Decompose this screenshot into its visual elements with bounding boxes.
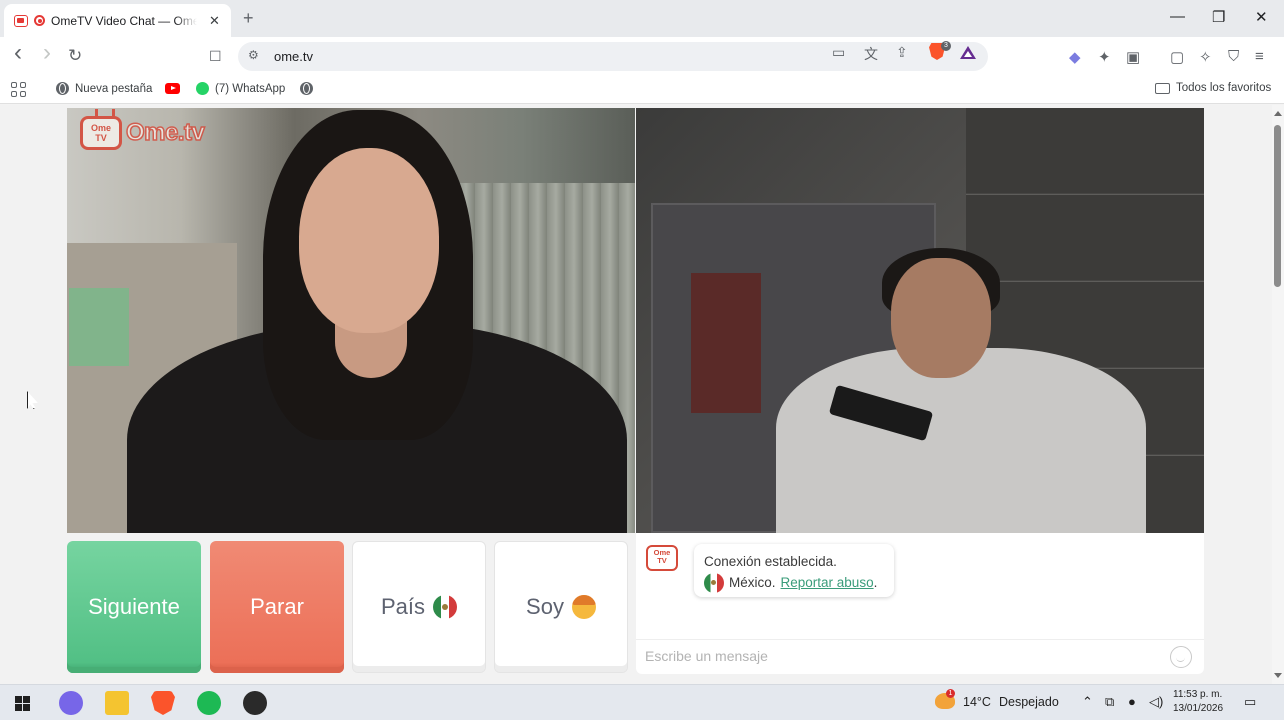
site-settings-icon[interactable]: ⚙ xyxy=(248,48,259,62)
shields-count-badge: 3 xyxy=(941,41,951,51)
bookmark-label: (7) WhatsApp xyxy=(215,82,286,95)
weather-temp[interactable]: 14°C xyxy=(963,695,991,709)
windows-taskbar: 1 14°C Despejado ⌃ ⧉ ● ◁) 11:53 p. m. 13… xyxy=(0,684,1284,720)
notifications-icon[interactable]: ▭ xyxy=(1244,694,1256,710)
restore-button[interactable]: ❐ xyxy=(1212,8,1225,26)
gender-button[interactable]: Soy xyxy=(494,541,628,673)
globe-icon xyxy=(300,82,313,95)
discord-icon[interactable] xyxy=(59,691,83,715)
microphone-icon[interactable]: ● xyxy=(1128,694,1136,709)
translate-icon[interactable]: 文 xyxy=(864,44,878,64)
new-tab-button[interactable]: + xyxy=(243,8,254,29)
close-window-button[interactable]: ✕ xyxy=(1255,8,1268,26)
partner-country: México. xyxy=(729,575,776,590)
country-label: País xyxy=(380,594,426,619)
next-button[interactable]: Siguiente xyxy=(67,541,201,673)
bookmark-whatsapp[interactable]: (7) WhatsApp xyxy=(196,82,285,95)
file-explorer-icon[interactable] xyxy=(105,691,129,715)
message-input-area xyxy=(636,639,1204,674)
share-icon[interactable]: ⇪ xyxy=(896,44,908,61)
minimize-button[interactable]: — xyxy=(1170,8,1185,25)
leo-ai-icon[interactable]: ◆ xyxy=(1069,48,1081,66)
vpn-icon[interactable]: ⛉ xyxy=(1228,48,1239,65)
volume-icon[interactable]: ◁) xyxy=(1149,694,1163,710)
local-video xyxy=(636,108,1204,533)
message-input[interactable] xyxy=(645,648,1155,664)
ometv-wordmark: Ome.tv xyxy=(125,118,205,147)
ometv-tv-icon: Ome TV xyxy=(80,116,122,150)
menu-icon[interactable]: ≡ xyxy=(1255,48,1264,65)
brave-rewards-icon[interactable] xyxy=(960,46,976,59)
forward-button[interactable]: › xyxy=(43,39,51,67)
mexico-flag-icon xyxy=(433,595,458,619)
reload-button[interactable]: ↻ xyxy=(68,46,82,66)
leo-sparkle-icon[interactable]: ✧ xyxy=(1199,48,1212,66)
back-button[interactable]: ‹ xyxy=(14,39,22,67)
cast-icon[interactable]: ▭ xyxy=(832,44,845,61)
boy-emoji-icon xyxy=(571,595,596,619)
system-message-bubble: Conexión establecida. México. Reportar a… xyxy=(694,544,894,597)
bookmark-youtube[interactable] xyxy=(165,83,180,94)
tab-strip: OmeTV Video Chat — Omegle ✕ + — ❐ ✕ xyxy=(0,0,1284,37)
sidebar-icon[interactable]: ▣ xyxy=(1126,48,1140,66)
page-scrollbar[interactable] xyxy=(1272,105,1284,684)
bookmark-label: Nueva pestaña xyxy=(75,82,153,95)
stop-button[interactable]: Parar xyxy=(210,541,344,673)
network-icon[interactable]: ⧉ xyxy=(1105,694,1114,710)
tab-title: OmeTV Video Chat — Omegle xyxy=(51,13,197,28)
tab-close-icon[interactable]: ✕ xyxy=(209,13,220,29)
ometv-page: Ome TV Ome.tv Siguiente Parar País Soy O… xyxy=(0,105,1272,684)
mexico-flag-icon xyxy=(704,572,724,593)
country-button[interactable]: País xyxy=(352,541,486,673)
scroll-thumb[interactable] xyxy=(1274,125,1281,287)
extensions-icon[interactable]: ✦ xyxy=(1098,48,1111,66)
gender-label: Soy xyxy=(526,594,564,619)
ometv-favicon-icon xyxy=(14,14,28,27)
recording-indicator-icon xyxy=(34,15,45,26)
windows-start-icon[interactable] xyxy=(15,696,30,711)
report-abuse-link[interactable]: Reportar abuso xyxy=(781,575,874,590)
chat-panel: Ome TV Conexión establecida. México. Rep… xyxy=(636,533,1204,674)
scroll-up-icon[interactable] xyxy=(1274,111,1282,116)
all-bookmarks-label: Todos los favoritos xyxy=(1176,82,1272,94)
address-url[interactable]: ome.tv xyxy=(274,49,313,64)
spotify-icon[interactable] xyxy=(197,691,221,715)
ometv-chat-icon: Ome TV xyxy=(646,545,678,571)
browser-toolbar: ‹ › ↻ ☐ ⚙ ome.tv ▭ 文 ⇪ 3 ◆ ✦ ▣ ▢ ✧ ⛉ ≡ xyxy=(0,37,1284,75)
all-bookmarks-folder[interactable]: Todos los favoritos xyxy=(1155,82,1271,94)
scroll-down-icon[interactable] xyxy=(1274,673,1282,678)
app-taskbar-icon[interactable] xyxy=(243,691,267,715)
brave-taskbar-icon[interactable] xyxy=(151,691,175,715)
tray-overflow-icon[interactable]: ⌃ xyxy=(1082,694,1093,710)
globe-icon xyxy=(56,82,69,95)
emoji-icon[interactable] xyxy=(1170,646,1192,668)
weather-alert-badge: 1 xyxy=(946,689,955,698)
bookmark-globe[interactable] xyxy=(300,82,313,95)
youtube-icon xyxy=(165,83,180,94)
wallet-icon[interactable]: ▢ xyxy=(1170,48,1184,66)
remote-video: Ome TV Ome.tv xyxy=(67,108,635,533)
weather-condition[interactable]: Despejado xyxy=(999,695,1059,709)
ometv-logo: Ome TV Ome.tv xyxy=(80,116,206,150)
bookmarks-bar: Nueva pestaña (7) WhatsApp Todos los fav… xyxy=(0,75,1284,104)
connection-status: Conexión establecida. xyxy=(704,554,837,569)
system-clock[interactable]: 11:53 p. m. 13/01/2026 xyxy=(1173,688,1223,716)
bookmark-nueva-pestana[interactable]: Nueva pestaña xyxy=(56,82,152,95)
browser-tab-ometv[interactable]: OmeTV Video Chat — Omegle ✕ xyxy=(4,4,231,37)
whatsapp-icon xyxy=(196,82,209,95)
next-label: Siguiente xyxy=(88,594,180,619)
bookmark-icon[interactable]: ☐ xyxy=(209,48,222,65)
apps-grid-icon[interactable] xyxy=(11,82,26,97)
folder-icon xyxy=(1155,82,1170,94)
stop-label: Parar xyxy=(250,594,304,619)
